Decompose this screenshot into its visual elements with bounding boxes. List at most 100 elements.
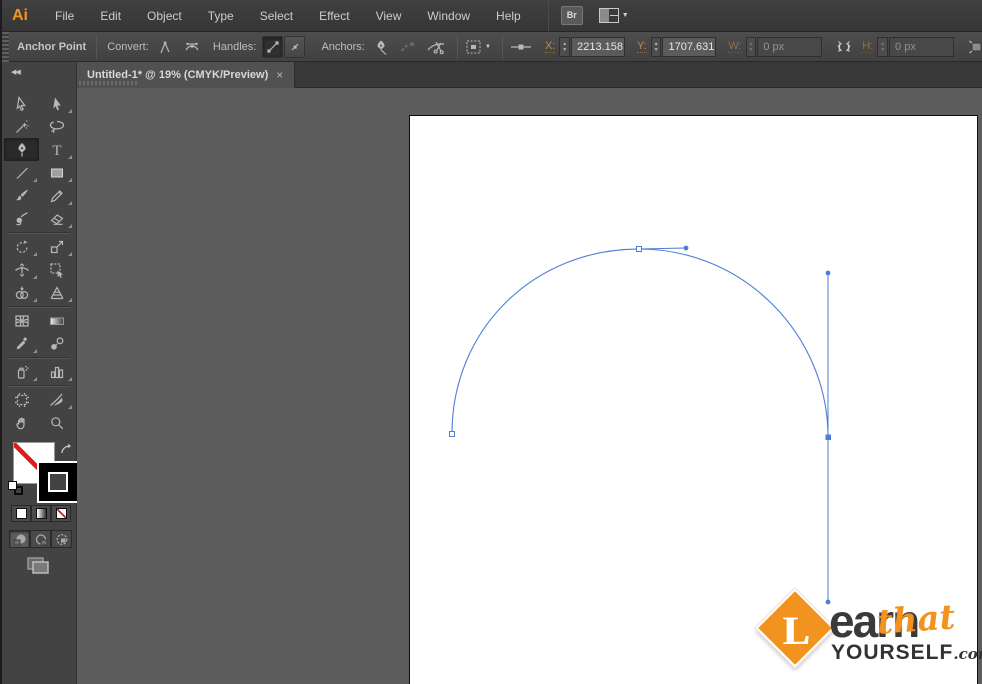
canvas-area[interactable]: L earn that YOURSELF.com (77, 88, 982, 684)
stepper-down-icon: ▼ (748, 47, 753, 53)
show-handles-button[interactable] (262, 36, 283, 58)
width-icon (14, 262, 30, 278)
drawing-mode-buttons (9, 530, 72, 548)
mesh-tool[interactable] (4, 309, 39, 332)
menu-file[interactable]: File (42, 0, 87, 32)
paintbrush-tool[interactable] (4, 184, 39, 207)
symbol-sprayer-icon (14, 364, 30, 380)
chevron-down-icon: ▼ (622, 12, 629, 19)
stepper-down-icon[interactable]: ▼ (654, 47, 659, 53)
selection-tool[interactable] (4, 92, 39, 115)
eraser-tool[interactable] (39, 207, 74, 230)
x-input[interactable]: 2213.158 px (571, 37, 625, 57)
x-stepper[interactable]: ▲ ▼ (559, 37, 570, 57)
magic-wand-tool[interactable] (4, 115, 39, 138)
constrain-proportions-toggle[interactable] (834, 38, 854, 56)
isolate-selected-object-button[interactable]: ▼ (464, 36, 492, 58)
symbol-sprayer-tool[interactable] (4, 360, 39, 383)
menu-effect[interactable]: Effect (306, 0, 362, 32)
broken-chain-icon (834, 38, 854, 56)
separator (457, 35, 458, 59)
panel-grip-dots (79, 81, 137, 85)
eyedropper-tool[interactable] (4, 332, 39, 355)
line-segment-tool[interactable] (4, 161, 39, 184)
free-transform-tool[interactable] (39, 258, 74, 281)
draw-normal-button[interactable] (9, 530, 30, 548)
draw-behind-icon (34, 533, 48, 546)
collapse-panel-icon[interactable]: ◀◀ (11, 68, 20, 76)
panel-context-label: Anchor Point (17, 41, 86, 53)
swap-fill-stroke-icon[interactable] (59, 442, 75, 461)
hand-tool[interactable] (4, 411, 39, 434)
slice-tool[interactable] (39, 388, 74, 411)
gradient-button[interactable] (31, 505, 51, 522)
document-tab-strip: Untitled-1* @ 19% (CMYK/Preview) × (77, 62, 982, 88)
stroke-swatch-black[interactable] (37, 461, 79, 503)
menu-select[interactable]: Select (247, 0, 306, 32)
pen-tool[interactable] (4, 138, 39, 161)
convert-to-smooth-button[interactable] (182, 36, 203, 58)
perspective-grid-tool[interactable] (39, 281, 74, 304)
menu-view[interactable]: View (363, 0, 415, 32)
blob-brush-tool[interactable] (4, 207, 39, 230)
stepper-down-icon[interactable]: ▼ (562, 47, 567, 53)
scale-icon (49, 239, 65, 255)
y-stepper[interactable]: ▲ ▼ (651, 37, 662, 57)
logo-l-glyph: L (767, 602, 825, 658)
menu-bar: Ai File Edit Object Type Select Effect V… (2, 0, 982, 32)
rectangle-tool[interactable] (39, 161, 74, 184)
gradient-tool[interactable] (39, 309, 74, 332)
menu-window[interactable]: Window (414, 0, 483, 32)
workspace-layout-icon (599, 8, 619, 23)
isolate-object-icon (465, 39, 483, 55)
width-tool[interactable] (4, 258, 39, 281)
learnthatyourself-watermark: L earn that YOURSELF.com (755, 594, 982, 684)
artboard-tool[interactable] (4, 388, 39, 411)
blend-tool[interactable] (39, 332, 74, 355)
menu-edit[interactable]: Edit (87, 0, 134, 32)
change-screen-mode-button[interactable] (26, 556, 52, 581)
close-icon[interactable]: × (276, 68, 283, 82)
line-icon (14, 165, 30, 181)
y-input[interactable]: 1707.631 px (662, 37, 716, 57)
hide-handles-button[interactable] (284, 36, 305, 58)
zoom-magnifier-icon (49, 415, 65, 431)
screen-mode-icon (26, 556, 52, 576)
menu-object[interactable]: Object (134, 0, 195, 32)
control-bar-grip[interactable] (2, 32, 9, 62)
workspace-switcher-button[interactable]: ▼ (599, 8, 629, 23)
draw-normal-icon (13, 533, 27, 546)
draw-behind-button[interactable] (30, 530, 51, 548)
cut-path-button[interactable] (425, 36, 447, 58)
convert-to-corner-button[interactable] (155, 36, 176, 58)
gradient-icon (49, 313, 65, 329)
shape-builder-icon (14, 285, 30, 301)
transform-icon (968, 39, 982, 55)
type-glyph: T (52, 143, 61, 158)
scale-tool[interactable] (39, 235, 74, 258)
magic-wand-icon (14, 119, 30, 135)
line-node-icon (510, 39, 532, 55)
rotate-tool[interactable] (4, 235, 39, 258)
type-tool[interactable]: T (39, 138, 74, 161)
menu-help[interactable]: Help (483, 0, 534, 32)
lasso-tool[interactable] (39, 115, 74, 138)
menu-type[interactable]: Type (195, 0, 247, 32)
direct-selection-tool[interactable] (39, 92, 74, 115)
logo-yourself-text: YOURSELF.com (831, 641, 982, 665)
handles-label: Handles: (213, 41, 256, 53)
bridge-button[interactable]: Br (561, 6, 583, 25)
w-input: 0 px (757, 37, 822, 57)
color-button[interactable] (11, 505, 31, 522)
draw-inside-button[interactable] (51, 530, 72, 548)
default-fill-stroke-icon[interactable] (8, 481, 24, 496)
shape-builder-tool[interactable] (4, 281, 39, 304)
zoom-tool[interactable] (39, 411, 74, 434)
remove-anchor-points-button[interactable] (371, 36, 392, 58)
none-button[interactable] (51, 505, 71, 522)
perspective-grid-icon (49, 285, 65, 301)
scissors-path-icon (426, 39, 446, 55)
h-input: 0 px (889, 37, 954, 57)
column-graph-tool[interactable] (39, 360, 74, 383)
pencil-tool[interactable] (39, 184, 74, 207)
